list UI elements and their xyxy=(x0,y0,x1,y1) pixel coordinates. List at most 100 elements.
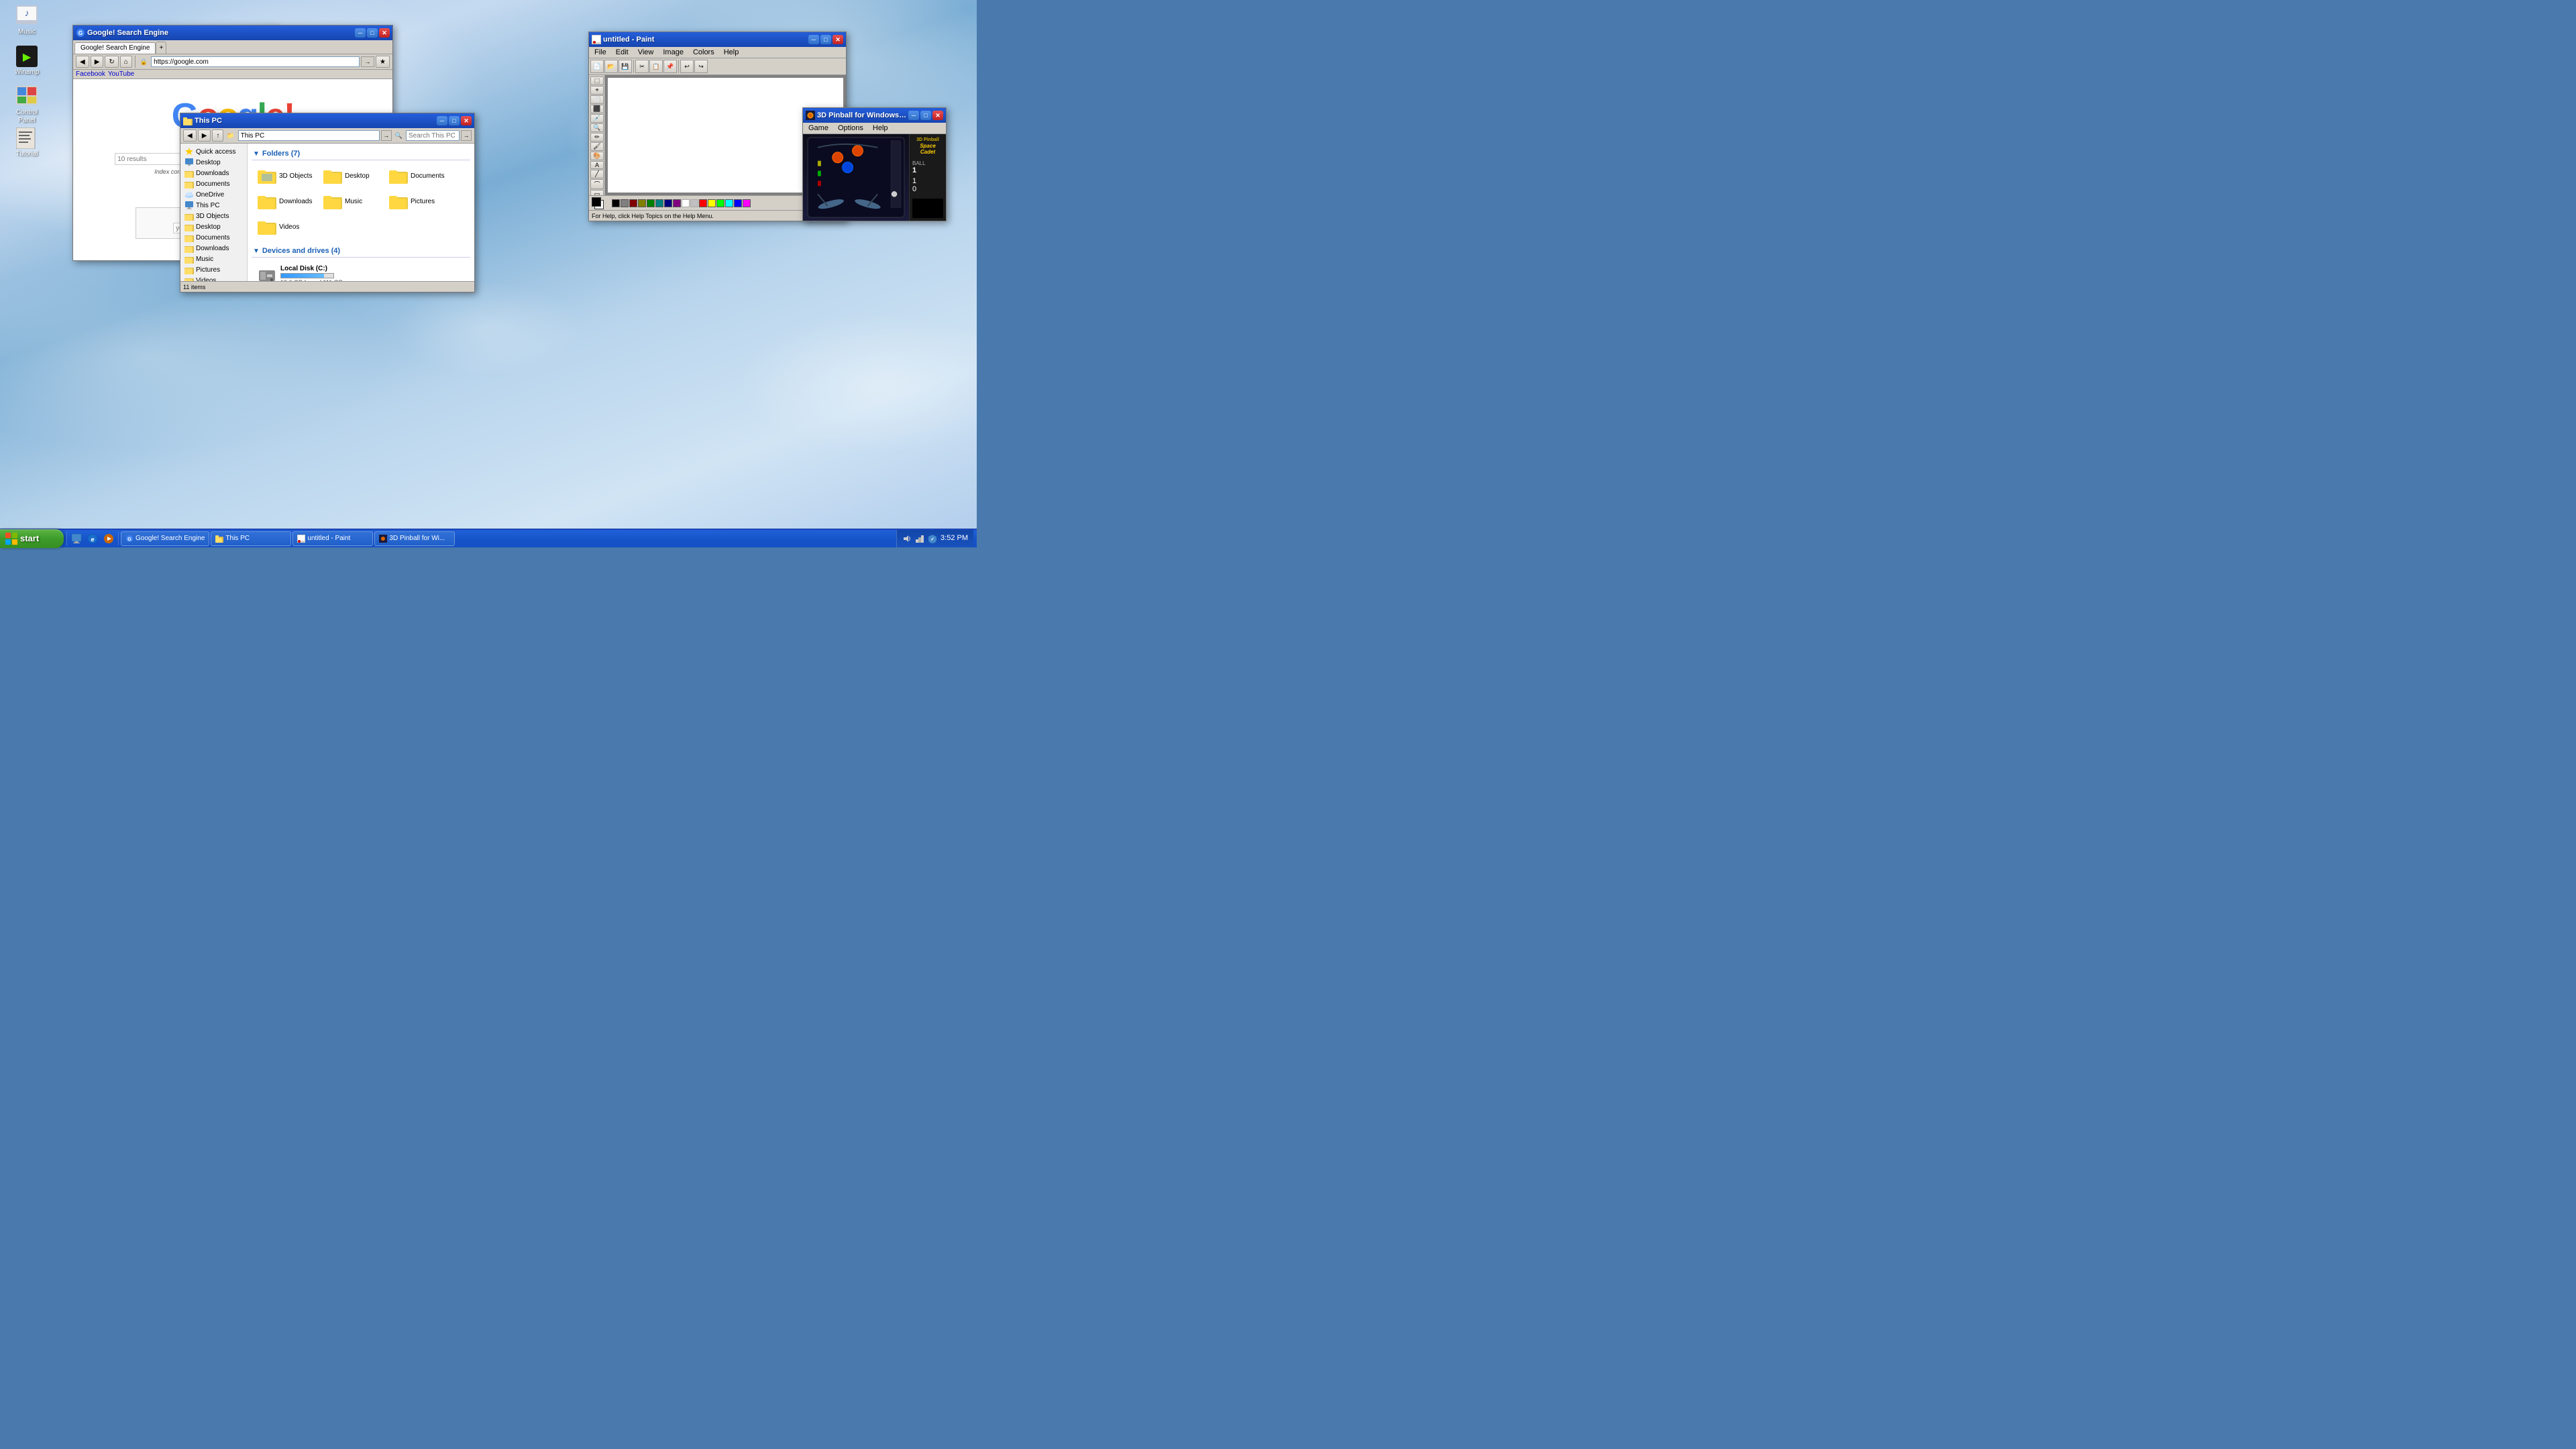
browser-minimize[interactable]: ─ xyxy=(355,28,366,38)
color-red[interactable] xyxy=(699,199,707,207)
color-olive[interactable] xyxy=(638,199,646,207)
tool-new[interactable]: 📄 xyxy=(590,60,604,73)
tool-rect[interactable]: ▭ xyxy=(590,190,604,195)
start-button[interactable]: start xyxy=(0,529,64,548)
bookmark-btn[interactable]: ★ xyxy=(376,56,390,68)
color-blue[interactable] xyxy=(734,199,742,207)
tool-save[interactable]: 💾 xyxy=(619,60,632,73)
tool-copy[interactable]: 📋 xyxy=(649,60,663,73)
pinball-titlebar[interactable]: 3D Pinball for Windows - Space Cadet ─ □… xyxy=(803,108,946,123)
nav-pictures[interactable]: Pictures xyxy=(182,264,246,275)
tool-undo[interactable]: ↩ xyxy=(680,60,694,73)
tool-select-free[interactable]: ⌖ xyxy=(590,86,604,95)
explorer-forward[interactable]: ▶ xyxy=(198,129,211,142)
pinball-minimize[interactable]: ─ xyxy=(908,111,919,120)
desktop-icon-tutorial[interactable]: Tutorial xyxy=(5,127,48,158)
folder-item-videos[interactable]: Videos xyxy=(256,217,316,237)
tool-brush[interactable]: 🖌 xyxy=(590,142,604,151)
paint-menu-edit[interactable]: Edit xyxy=(612,48,633,57)
explorer-go[interactable]: → xyxy=(381,130,392,141)
nav-music[interactable]: Music xyxy=(182,254,246,264)
quicklaunch-media[interactable] xyxy=(101,531,117,547)
new-tab-btn[interactable]: + xyxy=(156,42,166,54)
folder-item-desktop[interactable]: Desktop xyxy=(321,166,382,186)
tool-pencil[interactable]: ✏ xyxy=(590,133,604,142)
pinball-menu-help[interactable]: Help xyxy=(869,123,892,133)
tool-paste[interactable]: 📌 xyxy=(663,60,677,73)
color-magenta[interactable] xyxy=(743,199,751,207)
color-black[interactable] xyxy=(612,199,620,207)
nav-downloads2[interactable]: Downloads xyxy=(182,243,246,254)
pinball-game-area[interactable] xyxy=(803,134,909,221)
nav-quick-access[interactable]: Quick access xyxy=(182,146,246,157)
tool-line[interactable]: ╱ xyxy=(590,170,604,178)
folders-section-header[interactable]: ▼ Folders (7) xyxy=(252,148,470,160)
bookmark-youtube[interactable]: YouTube xyxy=(108,70,134,78)
desktop-icon-music[interactable]: ♪ Music xyxy=(5,5,48,36)
nav-desktop1[interactable]: Desktop xyxy=(182,157,246,168)
color-teal[interactable] xyxy=(655,199,663,207)
taskbar-btn-explorer[interactable]: This PC xyxy=(211,531,291,546)
color-lime[interactable] xyxy=(716,199,724,207)
explorer-back[interactable]: ◀ xyxy=(183,129,197,142)
nav-desktop2[interactable]: Desktop xyxy=(182,221,246,232)
taskbar-btn-browser[interactable]: G Google! Search Engine xyxy=(121,531,209,546)
folder-item-documents[interactable]: Documents xyxy=(387,166,447,186)
paint-close[interactable]: ✕ xyxy=(833,35,843,44)
paint-menu-file[interactable]: File xyxy=(590,48,610,57)
desktop-icon-control-panel[interactable]: ControlPanel xyxy=(5,86,48,125)
taskbar-btn-paint[interactable]: untitled - Paint xyxy=(292,531,373,546)
nav-onedrive[interactable]: OneDrive xyxy=(182,189,246,200)
bookmark-facebook[interactable]: Facebook xyxy=(76,70,105,78)
paint-maximize[interactable]: □ xyxy=(820,35,831,44)
color-purple[interactable] xyxy=(673,199,681,207)
pinball-close[interactable]: ✕ xyxy=(932,111,943,120)
tool-zoom[interactable]: 🔍 xyxy=(590,123,604,132)
browser-titlebar[interactable]: G Google! Search Engine ─ □ ✕ xyxy=(73,25,392,40)
color-cyan[interactable] xyxy=(725,199,733,207)
pinball-menu-game[interactable]: Game xyxy=(804,123,833,133)
desktop-icon-winamp[interactable]: ▶ Winamp xyxy=(5,46,48,76)
folder-item-pictures[interactable]: Pictures xyxy=(387,191,447,211)
go-btn[interactable]: → xyxy=(361,56,374,67)
drive-c[interactable]: Local Disk (C:) 19.6 GB free of 111 GB xyxy=(256,263,466,281)
pinball-maximize[interactable]: □ xyxy=(920,111,931,120)
tool-airbrush[interactable]: 🎨 xyxy=(590,152,604,160)
color-yellow[interactable] xyxy=(708,199,716,207)
explorer-maximize[interactable]: □ xyxy=(449,116,460,125)
paint-minimize[interactable]: ─ xyxy=(808,35,819,44)
tool-redo[interactable]: ↪ xyxy=(694,60,708,73)
tool-eraser[interactable]: ⬜ xyxy=(590,95,604,104)
tool-cut[interactable]: ✂ xyxy=(635,60,649,73)
paint-menu-image[interactable]: Image xyxy=(659,48,688,57)
refresh-btn[interactable]: ↻ xyxy=(105,56,118,68)
browser-close[interactable]: ✕ xyxy=(379,28,390,38)
folder-item-music[interactable]: Music xyxy=(321,191,382,211)
nav-thispc[interactable]: This PC xyxy=(182,200,246,211)
quicklaunch-show-desktop[interactable] xyxy=(68,531,85,547)
color-silver[interactable] xyxy=(690,199,698,207)
nav-documents1[interactable]: Documents xyxy=(182,178,246,189)
paint-menu-view[interactable]: View xyxy=(634,48,658,57)
back-btn[interactable]: ◀ xyxy=(76,56,89,68)
tool-text[interactable]: A xyxy=(590,161,604,169)
address-bar[interactable] xyxy=(151,56,360,67)
explorer-search-input[interactable] xyxy=(406,130,460,141)
fg-color[interactable] xyxy=(592,197,601,207)
forward-btn[interactable]: ▶ xyxy=(91,56,104,68)
color-gray[interactable] xyxy=(621,199,629,207)
explorer-minimize[interactable]: ─ xyxy=(437,116,447,125)
paint-titlebar[interactable]: untitled - Paint ─ □ ✕ xyxy=(589,32,846,47)
tool-curve[interactable]: ⌒ xyxy=(590,179,604,189)
tool-fill[interactable]: ⬛ xyxy=(590,105,604,113)
explorer-address-bar[interactable] xyxy=(238,130,380,141)
nav-3dobjects[interactable]: 3D Objects xyxy=(182,211,246,221)
folder-item-downloads[interactable]: Downloads xyxy=(256,191,316,211)
browser-maximize[interactable]: □ xyxy=(367,28,378,38)
nav-downloads1[interactable]: Downloads xyxy=(182,168,246,178)
paint-menu-help[interactable]: Help xyxy=(720,48,743,57)
browser-tab-google[interactable]: Google! Search Engine xyxy=(74,42,156,54)
tool-select-rect[interactable]: ⬚ xyxy=(590,76,604,85)
home-btn[interactable]: ⌂ xyxy=(120,56,132,68)
explorer-up[interactable]: ↑ xyxy=(212,129,223,142)
